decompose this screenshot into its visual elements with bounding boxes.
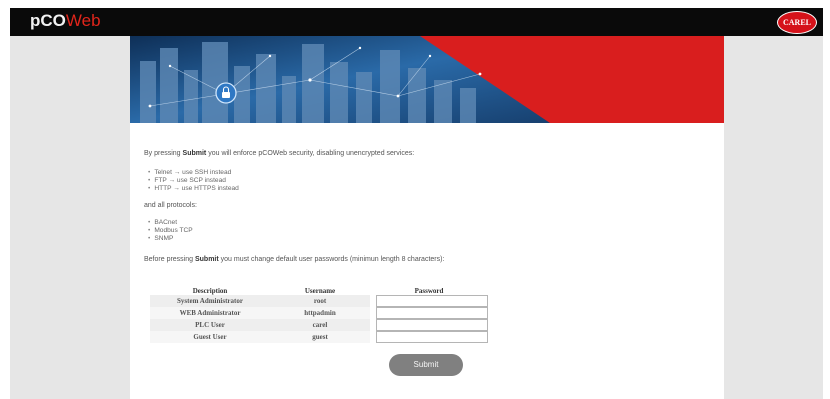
top-bar: pCOWeb CAREL [10, 8, 823, 36]
intro-post: you will enforce pCOWeb security, disabl… [206, 150, 415, 157]
submit-button[interactable]: Submit [389, 354, 463, 376]
row-username: root [270, 295, 370, 307]
row-description: WEB Administrator [150, 307, 270, 319]
table-row: PLC User carel [150, 319, 488, 331]
pcoweb-logo: pCOWeb [30, 11, 101, 31]
row-password-cell [370, 331, 488, 343]
main-content: By pressing Submit you will enforce pCOW… [130, 36, 724, 399]
table-header-row: Description Username Password [150, 286, 488, 295]
col-description: Description [192, 286, 228, 295]
page-frame: pCOWeb CAREL By pressing Submit you will… [10, 8, 823, 399]
carel-logo: CAREL [777, 11, 817, 34]
note-post: you must change default user passwords (… [218, 256, 445, 263]
list-item: SNMP [148, 235, 193, 243]
password-field-web-administrator[interactable] [376, 307, 488, 319]
row-password-cell [370, 295, 488, 307]
row-username: carel [270, 319, 370, 331]
password-field-guest-user[interactable] [376, 331, 488, 343]
note-submit-word: Submit [194, 256, 219, 263]
users-table: Description Username Password System Adm… [150, 286, 488, 343]
intro-pre: By pressing [144, 150, 183, 157]
list-item: Telnet → use SSH instead [148, 169, 239, 177]
protocols-label: and all protocols: [144, 202, 197, 209]
lock-icon [215, 82, 237, 104]
table-row: WEB Administrator httpadmin [150, 307, 488, 319]
list-item: FTP → use SCP instead [148, 177, 239, 185]
note-pre: Before pressing [144, 256, 195, 263]
logo-part2: Web [65, 11, 101, 30]
password-field-plc-user[interactable] [376, 319, 488, 331]
passwords-note: Before pressing Submit you must change d… [144, 256, 444, 264]
intro-text: By pressing Submit you will enforce pCOW… [144, 150, 414, 158]
col-password: Password [414, 286, 444, 295]
table-row: System Administrator root [150, 295, 488, 307]
protocols-list: BACnet Modbus TCP SNMP [148, 219, 193, 243]
row-description: System Administrator [150, 295, 270, 307]
password-field-system-administrator[interactable] [376, 295, 488, 307]
row-description: PLC User [150, 319, 270, 331]
logo-part1: pCO [30, 11, 66, 30]
security-banner [130, 36, 724, 123]
intro-submit-word: Submit [182, 150, 207, 157]
table-row: Guest User guest [150, 331, 488, 343]
row-password-cell [370, 319, 488, 331]
row-password-cell [370, 307, 488, 319]
row-username: httpadmin [270, 307, 370, 319]
list-item: Modbus TCP [148, 227, 192, 235]
list-item: BACnet [148, 219, 193, 227]
col-username: Username [304, 286, 336, 295]
row-username: guest [270, 331, 370, 343]
services-list: Telnet → use SSH instead FTP → use SCP i… [148, 169, 239, 193]
list-item: HTTP → use HTTPS instead [148, 185, 239, 193]
row-description: Guest User [150, 331, 270, 343]
